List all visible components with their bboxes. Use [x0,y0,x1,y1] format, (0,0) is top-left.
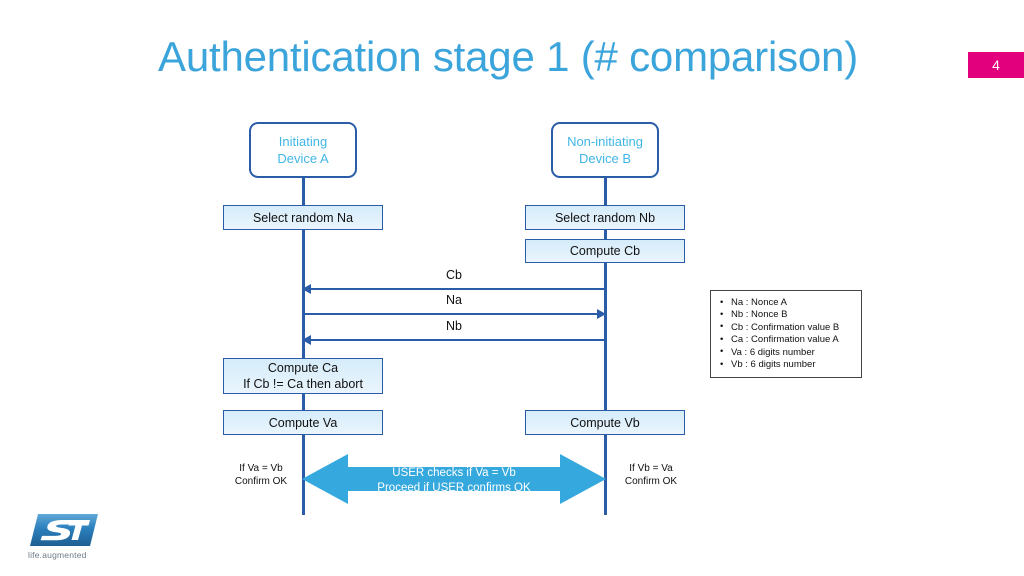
note-right-line1: If Vb = Va [629,463,673,474]
note-right-line2: Confirm OK [624,476,678,487]
process-label: Compute Va [268,415,338,430]
arrow-shaft [302,288,606,290]
process-label: Compute Cb [569,244,641,258]
note-device-b-confirm: If Vb = Va Confirm OK [608,462,694,488]
user-check-line2: Proceed if USER confirms OK [377,482,531,494]
process-box-compute-vb: Compute Vb [525,410,685,435]
legend-box: Na : Nonce A Nb : Nonce B Cb : Confirmat… [710,290,862,379]
process-box-compute-va: Compute Va [223,410,383,435]
legend-item: Ca : Confirmation value A [717,334,857,347]
note-left-line2: Confirm OK [234,476,288,487]
sequence-diagram: Initiating Device A Non-initiating Devic… [0,0,1024,576]
arrow-shaft [302,313,606,315]
device-b-line2: Device B [578,151,632,166]
device-box-initiating-a: Initiating Device A [249,122,357,178]
legend-item: Va : 6 digits number [717,346,857,359]
message-label-cb: Cb [446,268,462,282]
legend-item: Vb : 6 digits number [717,359,857,372]
device-a-line1: Initiating [278,134,328,149]
legend-list: Na : Nonce A Nb : Nonce B Cb : Confirmat… [717,296,857,372]
st-tagline: life.augmented [28,550,87,560]
message-label-nb: Nb [446,319,462,333]
process-label: Compute Vb [570,415,640,430]
arrow-head-right-icon [597,309,606,319]
message-label-na: Na [446,293,462,307]
process-sublabel: If Cb != Ca then abort [243,377,363,391]
note-device-a-confirm: If Va = Vb Confirm OK [218,462,304,488]
user-check-line1: USER checks if Va = Vb [392,467,516,479]
process-label: Select random Nb [554,210,656,225]
process-label: Select random Na [252,210,354,225]
process-label: Compute Ca [267,361,339,375]
device-a-line2: Device A [277,151,329,166]
user-check-text: USER checks if Va = Vb Proceed if USER c… [302,466,606,496]
legend-item: Cb : Confirmation value B [717,321,857,334]
process-box-select-random-nb: Select random Nb [525,205,685,230]
message-arrow-na [302,309,606,319]
st-logo-mark-icon [30,514,98,546]
device-b-line1: Non-initiating [567,134,643,149]
message-arrow-cb [302,284,606,294]
arrow-head-left-icon [302,284,311,294]
note-left-line1: If Va = Vb [239,463,283,474]
arrow-shaft [302,339,606,341]
device-box-non-initiating-b: Non-initiating Device B [551,122,659,178]
process-box-compute-ca: Compute Ca If Cb != Ca then abort [223,358,383,394]
process-box-compute-cb: Compute Cb [525,239,685,263]
legend-item: Na : Nonce A [717,296,857,309]
message-arrow-nb [302,335,606,345]
process-box-select-random-na: Select random Na [223,205,383,230]
legend-item: Nb : Nonce B [717,309,857,322]
arrow-head-left-icon [302,335,311,345]
st-logo: life.augmented [28,512,124,562]
